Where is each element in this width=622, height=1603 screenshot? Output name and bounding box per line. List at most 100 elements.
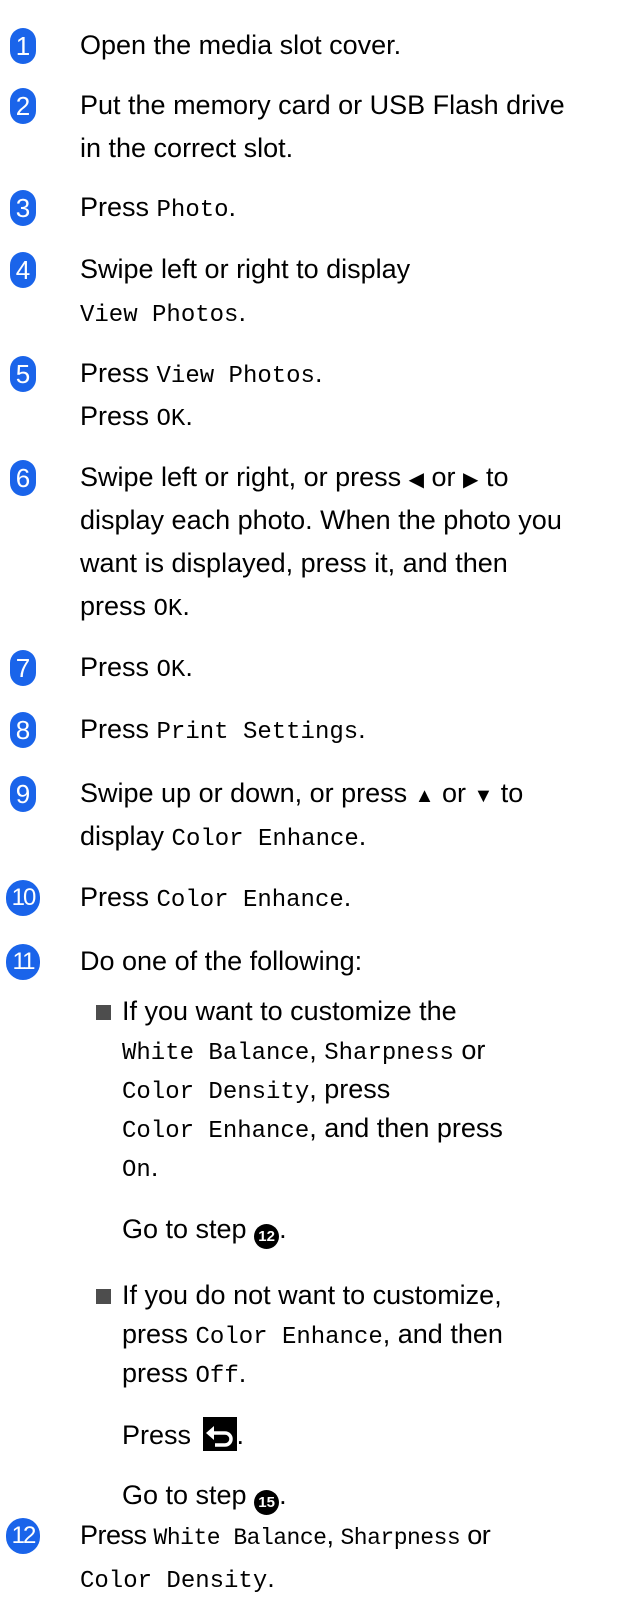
left-arrow-icon: ◀ (408, 469, 425, 491)
option-text-line: press Off. (122, 1354, 246, 1396)
step-number-badge: 12 (6, 1518, 40, 1554)
text-fragment: to (478, 462, 509, 492)
text-fragment: Press (80, 192, 157, 222)
ui-label-code: On (122, 1157, 151, 1184)
step-text-line: Swipe left or right to display (80, 254, 411, 284)
step-number-badge: 5 (10, 356, 36, 392)
text-fragment: Go to step (122, 1214, 255, 1244)
text-fragment: or (453, 1035, 486, 1065)
step-number-badge: 3 (10, 190, 36, 226)
step-text-line: Press OK. (80, 395, 193, 441)
text-fragment: . (358, 821, 367, 851)
ui-label-code: Color Enhance (122, 1118, 310, 1145)
text-fragment: . (358, 714, 366, 744)
step-text: Press OK. (80, 646, 193, 692)
text-fragment: . (238, 1358, 247, 1388)
text-fragment: . (185, 401, 193, 431)
text-fragment: . (236, 1420, 245, 1450)
ui-label-code: Color Density (80, 1568, 268, 1595)
ui-label-code: Print Settings (156, 719, 359, 746)
step-text: Open the media slot cover. (80, 30, 402, 60)
step-text-line: Color Density. (80, 1557, 275, 1603)
step-text-line: display Color Enhance. (80, 815, 366, 861)
step-number-badge: 1 (10, 28, 36, 64)
ui-label-code: View Photos (80, 302, 239, 329)
goto-line: Go to step 12. (122, 1210, 287, 1249)
option-text-line: If you want to customize the (122, 996, 457, 1026)
text-fragment: Press (80, 358, 157, 388)
option-text-line: press Color Enhance, and then (122, 1315, 503, 1357)
step-text-line: Put the memory card or USB Flash drive (80, 90, 565, 120)
text-fragment: or (424, 462, 464, 492)
step-number-badge: 11 (6, 944, 40, 980)
text-fragment: press (122, 1358, 196, 1388)
ui-label-code: White Balance (153, 1525, 327, 1551)
step-number-badge: 8 (10, 712, 36, 748)
step-text-line: in the correct slot. (80, 133, 294, 163)
text-fragment: , and then press (309, 1113, 503, 1143)
step-text-line: Swipe left or right, or press ◀ or ▶ to (80, 456, 508, 502)
ui-label-code: OK (156, 657, 186, 684)
step-number-badge: 9 (10, 776, 36, 812)
text-fragment: Swipe left or right, or press (80, 462, 409, 492)
text-fragment: , press (309, 1074, 391, 1104)
ui-label-code: Sharpness (324, 1040, 454, 1067)
step-text: Do one of the following: (80, 946, 363, 976)
step-text-line: Press White Balance, Sharpness or (80, 1514, 491, 1560)
text-fragment: , (326, 1520, 341, 1550)
option-text-line: If you do not want to customize, (122, 1280, 502, 1310)
text-fragment: Press (122, 1420, 199, 1450)
step-reference-icon: 15 (254, 1490, 280, 1515)
text-fragment: or (434, 778, 474, 808)
step-text: Press Photo. (80, 186, 236, 232)
step-text-line: press OK. (80, 585, 190, 631)
step-number-badge: 2 (10, 88, 36, 124)
step-text-line: Press View Photos. (80, 352, 322, 398)
ui-label-code: Color Enhance (156, 887, 344, 914)
text-fragment: display (80, 821, 172, 851)
text-fragment: Press (80, 401, 157, 431)
ui-label-code: Color Enhance (195, 1324, 383, 1351)
step-text-line: display each photo. When the photo you (80, 505, 562, 535)
text-fragment: press (80, 591, 154, 621)
text-fragment: . (150, 1152, 159, 1182)
step-text: Press Print Settings. (80, 708, 366, 754)
text-fragment: Go to step (122, 1480, 255, 1510)
text-fragment: or (460, 1520, 491, 1550)
ui-label-code: Photo (156, 197, 229, 224)
ui-label-code: Color Enhance (171, 826, 359, 853)
text-fragment: . (343, 882, 352, 912)
step-number-badge: 6 (10, 460, 36, 496)
option-text-line: White Balance, Sharpness or (122, 1031, 485, 1073)
text-fragment: Swipe up or down, or press (80, 778, 415, 808)
step-number-badge: 4 (10, 252, 36, 288)
down-arrow-icon: ▼ (473, 785, 494, 807)
option-customize: If you want to customize the White Balan… (0, 992, 622, 1262)
goto-line: Go to step 15. (122, 1476, 287, 1515)
ui-label-code: White Balance (122, 1040, 310, 1067)
text-fragment: . (279, 1214, 287, 1244)
step-text: Press Color Enhance. (80, 876, 351, 922)
text-fragment: . (228, 192, 237, 222)
text-fragment: to (493, 778, 524, 808)
bullet-icon (96, 1289, 111, 1304)
step-text-line: want is displayed, press it, and then (80, 548, 508, 578)
text-fragment: . (279, 1480, 287, 1510)
back-button-icon (202, 1417, 237, 1451)
option-text-line: On. (122, 1148, 158, 1190)
text-fragment: Press (80, 1520, 154, 1550)
text-fragment: , and then (382, 1319, 503, 1349)
ui-label-code: OK (153, 596, 183, 623)
step-text-line: View Photos. (80, 291, 246, 337)
text-fragment: . (185, 652, 193, 682)
option-no-customize: If you do not want to customize, press C… (0, 1276, 622, 1536)
step-number-badge: 10 (6, 880, 40, 916)
step-text-line: Swipe up or down, or press ▲ or ▼ to (80, 772, 523, 818)
press-back-line: Press . (122, 1416, 244, 1455)
text-fragment: . (314, 358, 323, 388)
text-fragment: press (122, 1319, 196, 1349)
text-fragment: Press (80, 714, 157, 744)
ui-label-code: View Photos (156, 363, 315, 390)
text-fragment: , (309, 1035, 325, 1065)
bullet-icon (96, 1005, 111, 1020)
